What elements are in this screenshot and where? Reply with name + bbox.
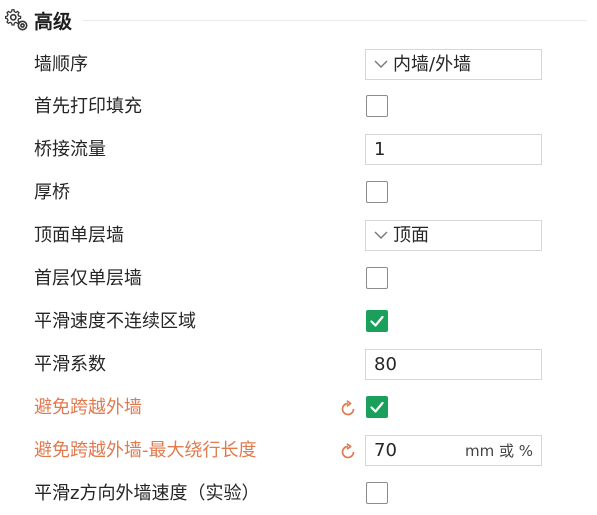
setting-row-infill-first: 首先打印填充: [0, 86, 597, 128]
wall-order-select[interactable]: 内墙/外墙: [365, 49, 542, 80]
select-value: 顶面: [393, 225, 429, 246]
setting-label: 平滑z方向外墙速度（实验）: [34, 483, 260, 504]
max-detour-length-input[interactable]: 70 mm 或 %: [365, 435, 542, 466]
setting-row-wall-order: 墙顺序 内墙/外墙: [0, 44, 597, 86]
setting-label: 墙顺序: [34, 54, 88, 75]
setting-row-thick-bridge: 厚桥: [0, 172, 597, 214]
setting-label: 平滑速度不连续区域: [34, 311, 196, 332]
setting-label: 避免跨越外墙: [34, 397, 142, 418]
top-single-wall-select[interactable]: 顶面: [365, 220, 542, 251]
first-layer-single-wall-checkbox[interactable]: [366, 267, 388, 289]
setting-row-bridge-flow: 桥接流量 1: [0, 129, 597, 171]
input-value: 70: [374, 440, 397, 461]
gear-icon: [4, 7, 30, 33]
thick-bridge-checkbox[interactable]: [366, 181, 388, 203]
chevron-down-icon: [374, 60, 388, 68]
select-value: 内墙/外墙: [393, 54, 472, 75]
setting-row-top-single-wall: 顶面单层墙 顶面: [0, 215, 597, 257]
bridge-flow-input[interactable]: 1: [365, 134, 542, 165]
reset-icon[interactable]: [338, 399, 358, 419]
setting-row-smooth-speed: 平滑速度不连续区域: [0, 301, 597, 343]
setting-row-first-layer-single-wall: 首层仅单层墙: [0, 258, 597, 300]
section-title: 高级: [34, 10, 73, 33]
setting-label: 首层仅单层墙: [34, 268, 142, 289]
setting-label: 桥接流量: [34, 139, 106, 160]
smooth-coefficient-input[interactable]: 80: [365, 349, 542, 380]
setting-row-smooth-z-outer-wall: 平滑z方向外墙速度（实验）: [0, 473, 597, 515]
setting-row-smooth-coefficient: 平滑系数 80: [0, 344, 597, 386]
setting-row-max-detour-length: 避免跨越外墙-最大绕行长度 70 mm 或 %: [0, 430, 597, 472]
setting-label: 首先打印填充: [34, 96, 142, 117]
checkmark-icon: [370, 401, 384, 413]
unit-label: mm 或 %: [464, 442, 533, 460]
smooth-speed-checkbox[interactable]: [366, 310, 388, 332]
infill-first-checkbox[interactable]: [366, 95, 388, 117]
input-value: 1: [374, 139, 386, 160]
section-header: 高级: [4, 6, 72, 34]
smooth-z-outer-wall-checkbox[interactable]: [366, 482, 388, 504]
reset-icon[interactable]: [338, 442, 358, 462]
setting-label: 厚桥: [34, 182, 70, 203]
setting-label: 平滑系数: [34, 354, 106, 375]
chevron-down-icon: [374, 231, 388, 239]
setting-label: 避免跨越外墙-最大绕行长度: [34, 440, 257, 461]
avoid-crossing-walls-checkbox[interactable]: [366, 396, 388, 418]
section-divider: [82, 20, 587, 21]
checkmark-icon: [370, 315, 384, 327]
input-value: 80: [374, 354, 397, 375]
setting-label: 顶面单层墙: [34, 225, 124, 246]
setting-row-avoid-crossing-walls: 避免跨越外墙: [0, 387, 597, 429]
